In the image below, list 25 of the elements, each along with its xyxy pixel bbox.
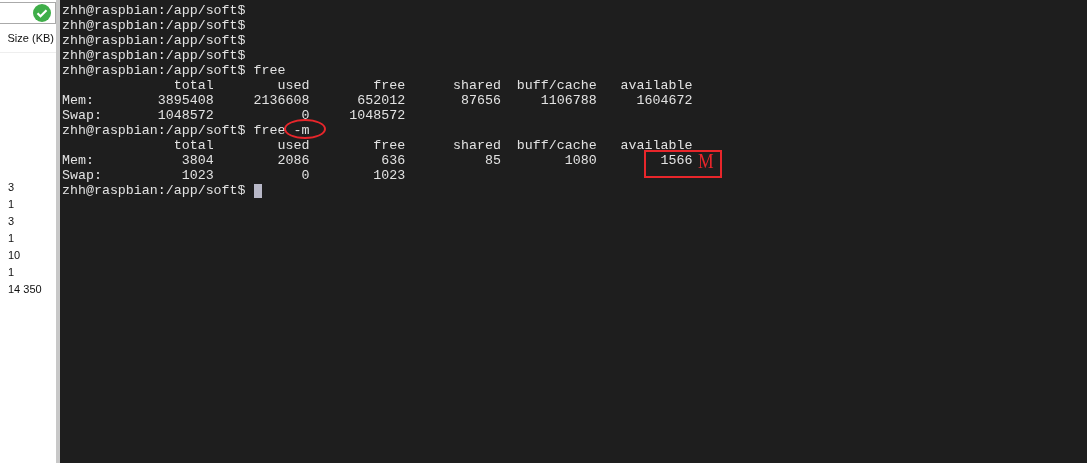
- terminal-line: total used free shared buff/cache available: [172, 78, 693, 93]
- unit-label: M: [697, 150, 714, 172]
- terminal-line: zhh@raspbian:/app/soft$: [62, 48, 246, 63]
- terminal-line: zhh@raspbian:/app/soft$: [62, 183, 247, 198]
- path-field[interactable]: [0, 2, 56, 24]
- size-cell-text: 1: [7, 265, 16, 280]
- size-cell-text: 1: [7, 231, 16, 246]
- terminal-line: zhh@raspbian:/app/soft$: [62, 33, 246, 48]
- terminal-line: total used free shared buff/cache available: [172, 138, 693, 153]
- terminal-line: zhh@raspbian:/app/soft$: [62, 18, 246, 33]
- terminal-line: zhh@raspbian:/app/soft$: [62, 3, 246, 18]
- terminal-line: zhh@raspbian:/app/soft$ free -m: [62, 123, 310, 138]
- terminal-line: Swap: 1048572 0 1048572: [62, 108, 406, 123]
- size-cell-text: 14 350: [7, 282, 43, 297]
- terminal-line: Mem: 3895408 2136608 652012 87656 1106788 1604672: [62, 93, 693, 108]
- size-cell-text: 3: [7, 180, 16, 195]
- size-cell-text: 10: [7, 248, 22, 263]
- terminal-line: Mem: 3804 2086 636 85 1080 1566: [62, 153, 693, 168]
- check-icon: [33, 4, 51, 22]
- terminal-line: zhh@raspbian:/app/soft$ free: [62, 63, 286, 78]
- size-cell-text: 1: [7, 197, 16, 212]
- size-cell-text: 3: [7, 214, 16, 229]
- column-header[interactable]: Size (KB): [0, 24, 56, 53]
- terminal-line: Swap: 1023 0 1023: [62, 168, 406, 183]
- highlight-ellipse: [284, 119, 326, 139]
